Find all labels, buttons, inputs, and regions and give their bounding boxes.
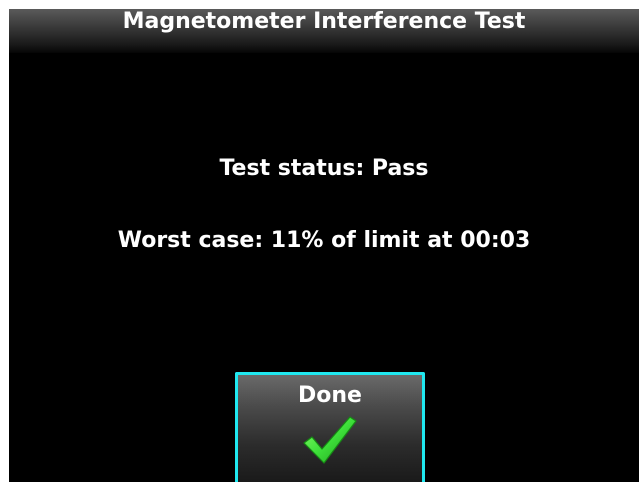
title-bar: Magnetometer Interference Test (9, 9, 639, 53)
checkmark-icon (303, 416, 357, 464)
test-status-text: Test status: Pass (219, 156, 429, 181)
page-title: Magnetometer Interference Test (122, 9, 526, 34)
display-screen: Magnetometer Interference Test Test stat… (9, 9, 639, 482)
worst-case-text: Worst case: 11% of limit at 00:03 (117, 228, 531, 253)
done-button-label: Done (298, 383, 362, 408)
done-button[interactable]: Done (235, 372, 425, 482)
